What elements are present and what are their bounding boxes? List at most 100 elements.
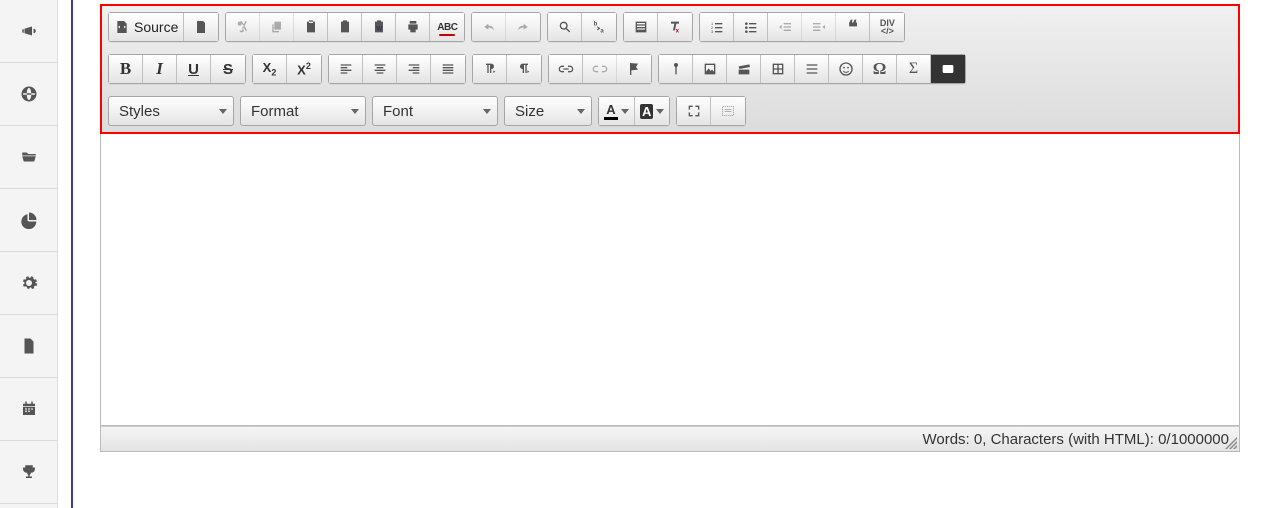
hr-button[interactable] (795, 55, 829, 83)
source-button[interactable]: Source (109, 13, 184, 41)
maximize-icon (686, 103, 702, 119)
italic-icon: I (156, 59, 163, 79)
remove-format-button[interactable]: x (658, 13, 692, 41)
bold-icon: B (120, 59, 131, 79)
undo-button[interactable] (472, 13, 506, 41)
link-icon (558, 61, 574, 77)
align-left-button[interactable] (329, 55, 363, 83)
find-button[interactable] (548, 13, 582, 41)
font-dropdown[interactable]: Font (372, 96, 498, 126)
svg-text:3: 3 (711, 29, 714, 34)
sidebar-item-announcements[interactable] (0, 0, 57, 63)
paste-button[interactable] (294, 13, 328, 41)
blockquote-button[interactable]: ❝ (836, 13, 870, 41)
group-links (548, 54, 652, 84)
maximize-button[interactable] (677, 97, 711, 125)
paste-word-button[interactable]: W (362, 13, 396, 41)
smiley-button[interactable] (829, 55, 863, 83)
group-undo (471, 12, 541, 42)
text-color-button[interactable]: A (599, 97, 635, 125)
editor-statusbar: Words: 0, Characters (with HTML): 0/1000… (100, 426, 1240, 452)
group-insert: Ω Σ (658, 54, 966, 84)
bullet-list-button[interactable] (734, 13, 768, 41)
editor-content-area[interactable] (100, 134, 1240, 426)
sidebar-item-globe[interactable] (0, 63, 57, 126)
anchor-button[interactable] (617, 55, 651, 83)
cut-button[interactable] (226, 13, 260, 41)
caret-icon (351, 109, 359, 114)
indent-button[interactable] (802, 13, 836, 41)
format-dropdown[interactable]: Format (240, 96, 366, 126)
iframe-icon (940, 61, 956, 77)
table-button[interactable] (761, 55, 795, 83)
paste-text-icon (337, 19, 353, 35)
undo-icon (481, 19, 497, 35)
text-color-icon: A (604, 103, 618, 120)
resize-grip-icon[interactable] (1225, 437, 1237, 449)
table-icon (770, 61, 786, 77)
gear-icon (20, 274, 38, 292)
svg-text:b: b (594, 22, 598, 28)
spellcheck-button[interactable]: ABC (430, 13, 464, 41)
calendar-icon (20, 400, 38, 418)
sidebar-item-settings[interactable] (0, 252, 57, 315)
pin-icon (668, 61, 684, 77)
flash-button[interactable] (727, 55, 761, 83)
strike-button[interactable]: S (211, 55, 245, 83)
group-select: x (623, 12, 693, 42)
superscript-button[interactable]: X2 (287, 55, 321, 83)
underline-icon: U (188, 61, 199, 78)
smiley-icon (838, 61, 854, 77)
quote-icon: ❝ (848, 22, 858, 33)
sidebar-item-document[interactable] (0, 315, 57, 378)
subscript-button[interactable]: X2 (253, 55, 287, 83)
underline-button[interactable]: U (177, 55, 211, 83)
select-all-icon (633, 19, 649, 35)
ltr-button[interactable] (473, 55, 507, 83)
sidebar-item-chart[interactable] (0, 189, 57, 252)
div-container-button[interactable]: DIV</> (870, 13, 904, 41)
paste-text-button[interactable] (328, 13, 362, 41)
link-button[interactable] (549, 55, 583, 83)
redo-button[interactable] (506, 13, 540, 41)
unlink-button[interactable] (583, 55, 617, 83)
align-right-button[interactable] (397, 55, 431, 83)
align-justify-button[interactable] (431, 55, 465, 83)
blocks-icon (720, 103, 736, 119)
bullhorn-icon (20, 22, 38, 40)
newpage-icon (193, 19, 209, 35)
group-find: ba (547, 12, 617, 42)
size-dropdown[interactable]: Size (504, 96, 592, 126)
print-button[interactable] (396, 13, 430, 41)
caret-icon (656, 109, 664, 114)
group-align (328, 54, 466, 84)
copy-button[interactable] (260, 13, 294, 41)
italic-button[interactable]: I (143, 55, 177, 83)
new-page-button[interactable] (184, 13, 218, 41)
specialchar-button[interactable]: Ω (863, 55, 897, 83)
numbered-list-button[interactable]: 123 (700, 13, 734, 41)
group-tools (676, 96, 746, 126)
iframe-button[interactable] (931, 55, 965, 83)
styles-dropdown[interactable]: Styles (108, 96, 234, 126)
select-all-button[interactable] (624, 13, 658, 41)
bold-button[interactable]: B (109, 55, 143, 83)
ol-icon: 123 (709, 19, 725, 35)
rtl-button[interactable] (507, 55, 541, 83)
replace-button[interactable]: ba (582, 13, 616, 41)
globe-icon (20, 85, 38, 103)
bg-color-button[interactable]: A (635, 97, 669, 125)
math-button[interactable]: Σ (897, 55, 931, 83)
ul-icon (743, 19, 759, 35)
image-button[interactable] (693, 55, 727, 83)
placeholder-button[interactable] (659, 55, 693, 83)
group-lists: 123 ❝ DIV</> (699, 12, 905, 42)
show-blocks-button[interactable] (711, 97, 745, 125)
sidebar-item-folder[interactable] (0, 126, 57, 189)
sidebar-item-calendar[interactable] (0, 378, 57, 441)
copy-icon (269, 19, 285, 35)
file-icon (20, 337, 38, 355)
sidebar-item-trophy[interactable] (0, 441, 57, 504)
outdent-button[interactable] (768, 13, 802, 41)
align-center-button[interactable] (363, 55, 397, 83)
